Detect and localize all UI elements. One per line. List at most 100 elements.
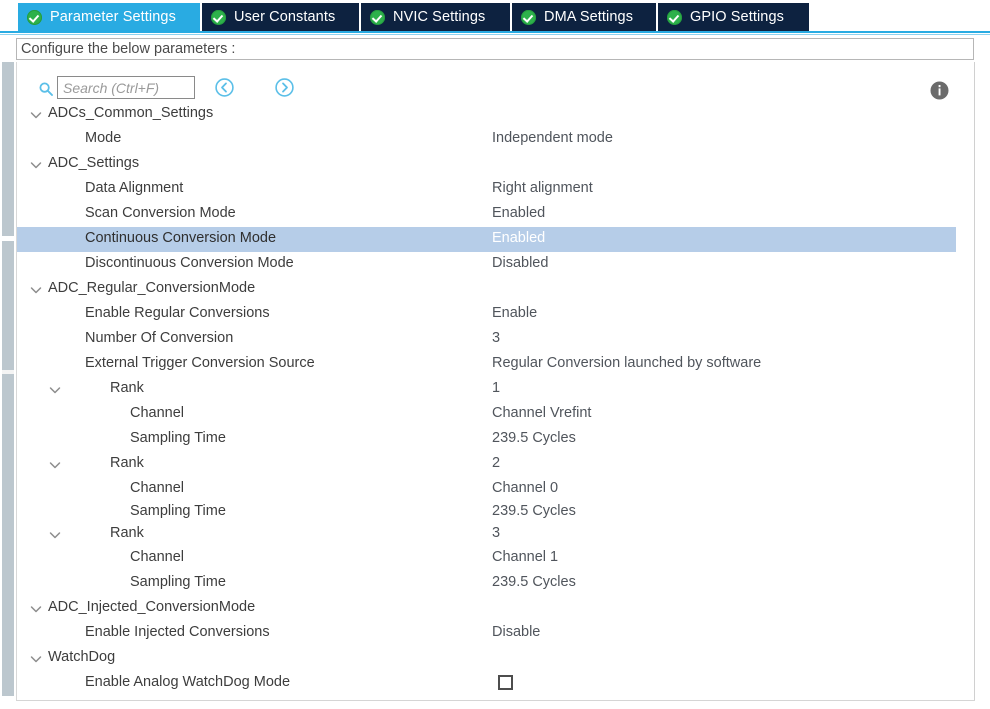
tree-row-value[interactable]: Regular Conversion launched by software [492,355,761,371]
tab-parameter-settings[interactable]: Parameter Settings [18,3,202,31]
enable-analog-watchdog-checkbox[interactable] [498,675,513,690]
tree-row-value[interactable]: Disabled [492,255,548,271]
tree-row-value[interactable]: Right alignment [492,180,593,196]
tree-row[interactable]: ADC_Settings [17,152,976,177]
tree-row[interactable]: Channel Channel Vrefint [17,402,976,427]
tree-toolbar [17,71,976,103]
tree-row-label: Enable Injected Conversions [85,624,270,640]
tree-row-value[interactable]: Enable [492,305,537,321]
tree-row[interactable]: Enable Injected Conversions Disable [17,621,976,646]
tree-row[interactable]: External Trigger Conversion Source Regula… [17,352,976,377]
tree-row-value[interactable]: Independent mode [492,130,613,146]
tree-row[interactable]: Channel Channel 0 [17,477,976,502]
tree-row[interactable]: Rank 1 [17,377,976,402]
tree-row-value[interactable]: 3 [492,330,500,346]
tree-row-label: Scan Conversion Mode [85,205,236,221]
tab-underline [0,31,990,36]
tree-row-value[interactable]: 239.5 Cycles [492,574,576,590]
tree-row-label: Continuous Conversion Mode [85,230,277,246]
tree-row-label: WatchDog [48,649,116,665]
tree-row-value[interactable]: Channel 0 [492,480,558,496]
tree-row-value[interactable]: Enabled [492,205,545,221]
scrollbar-gap [2,236,14,241]
tree-row-label: Discontinuous Conversion Mode [85,255,294,271]
tree-row-value[interactable]: Disable [492,624,540,640]
tree-row[interactable]: Rank 3 [17,522,976,547]
search-input[interactable] [57,76,195,99]
tree-row-label: Rank [110,380,144,396]
tree-row[interactable]: Discontinuous Conversion Mode Disabled [17,252,976,277]
previous-match-button[interactable] [214,77,235,98]
tree-row[interactable]: ADC_Regular_ConversionMode [17,277,976,302]
tree-row-label: Mode [85,130,122,146]
tree-row-label: ADC_Regular_ConversionMode [48,280,256,296]
tree-row-label: ADC_Injected_ConversionMode [48,599,256,615]
tree-row-value[interactable]: 1 [492,380,500,396]
tree-row-value[interactable]: 2 [492,455,500,471]
tree-row[interactable]: Mode Independent mode [17,127,976,152]
tree-row-value[interactable]: Channel 1 [492,549,558,565]
tree-row-label: Sampling Time [130,503,226,519]
tree-row-label: Sampling Time [130,574,226,590]
tree-row-label: ADC_Settings [48,155,140,171]
chevron-down-icon[interactable] [48,383,62,397]
tab-label: NVIC Settings [393,9,486,25]
bottom-filler [0,701,990,709]
chevron-down-icon[interactable] [29,602,43,616]
chevron-down-icon[interactable] [29,652,43,666]
tree-row[interactable]: Continuous Conversion Mode Enabled [17,227,956,252]
tab-user-constants[interactable]: User Constants [202,3,361,31]
tree-row-label: Channel [130,405,185,421]
tree-row-value[interactable]: Channel Vrefint [492,405,591,421]
info-circle-icon[interactable] [929,80,950,101]
check-circle-icon [27,9,42,25]
tree-row-label: External Trigger Conversion Source [85,355,315,371]
check-circle-icon [667,9,682,25]
tab-dma-settings[interactable]: DMA Settings [512,3,658,31]
next-match-button[interactable] [274,77,295,98]
check-circle-icon [521,9,536,25]
tree-row-value[interactable]: 239.5 Cycles [492,503,576,519]
tab-label: User Constants [234,9,336,25]
tree-row[interactable]: Rank 2 [17,452,976,477]
check-circle-icon [370,9,385,25]
tree-row-label: Data Alignment [85,180,184,196]
chevron-down-icon[interactable] [48,458,62,472]
configure-header-bar: Configure the below parameters : [16,38,974,60]
tree-row-value[interactable]: 3 [492,525,500,541]
tree-row-value[interactable]: Enabled [492,230,545,246]
tree-row-label: Enable Analog WatchDog Mode [85,674,291,690]
tree-row[interactable]: ADC_Injected_ConversionMode [17,596,976,621]
tree-row[interactable]: ADCs_Common_Settings [17,102,976,127]
tree-row[interactable]: Scan Conversion Mode Enabled [17,202,976,227]
tree-row-label: Sampling Time [130,430,226,446]
tree-row[interactable]: Sampling Time 239.5 Cycles [17,427,976,452]
parameter-tree-panel: ADCs_Common_Settings Mode Independent mode… [16,62,975,707]
tree-row-value[interactable]: 239.5 Cycles [492,430,576,446]
scrollbar-gap-lower [2,370,14,374]
chevron-down-icon[interactable] [29,158,43,172]
tree-row-label: Enable Regular Conversions [85,305,270,321]
tree-row-label: Rank [110,525,144,541]
vertical-scrollbar[interactable] [2,62,14,696]
tab-label: GPIO Settings [690,9,784,25]
chevron-down-icon[interactable] [29,283,43,297]
tab-nvic-settings[interactable]: NVIC Settings [361,3,512,31]
tree-row[interactable]: Data Alignment Right alignment [17,177,976,202]
tab-label: Parameter Settings [50,9,176,25]
tree-row[interactable]: Enable Regular Conversions Enable [17,302,976,327]
chevron-down-icon[interactable] [48,528,62,542]
tree-row[interactable]: Channel Channel 1 [17,546,976,571]
tree-row[interactable]: Enable Analog WatchDog Mode [17,671,976,696]
search-icon [39,82,53,96]
configure-header-label: Configure the below parameters : [21,41,236,57]
check-circle-icon [211,9,226,25]
tree-row-label: Channel [130,480,185,496]
chevron-down-icon[interactable] [29,108,43,122]
tab-label: DMA Settings [544,9,634,25]
tree-row[interactable]: Number Of Conversion 3 [17,327,976,352]
tree-row[interactable]: Sampling Time 239.5 Cycles [17,571,976,596]
tree-row-label: Number Of Conversion [85,330,234,346]
tab-gpio-settings[interactable]: GPIO Settings [658,3,811,31]
tree-row[interactable]: WatchDog [17,646,976,671]
